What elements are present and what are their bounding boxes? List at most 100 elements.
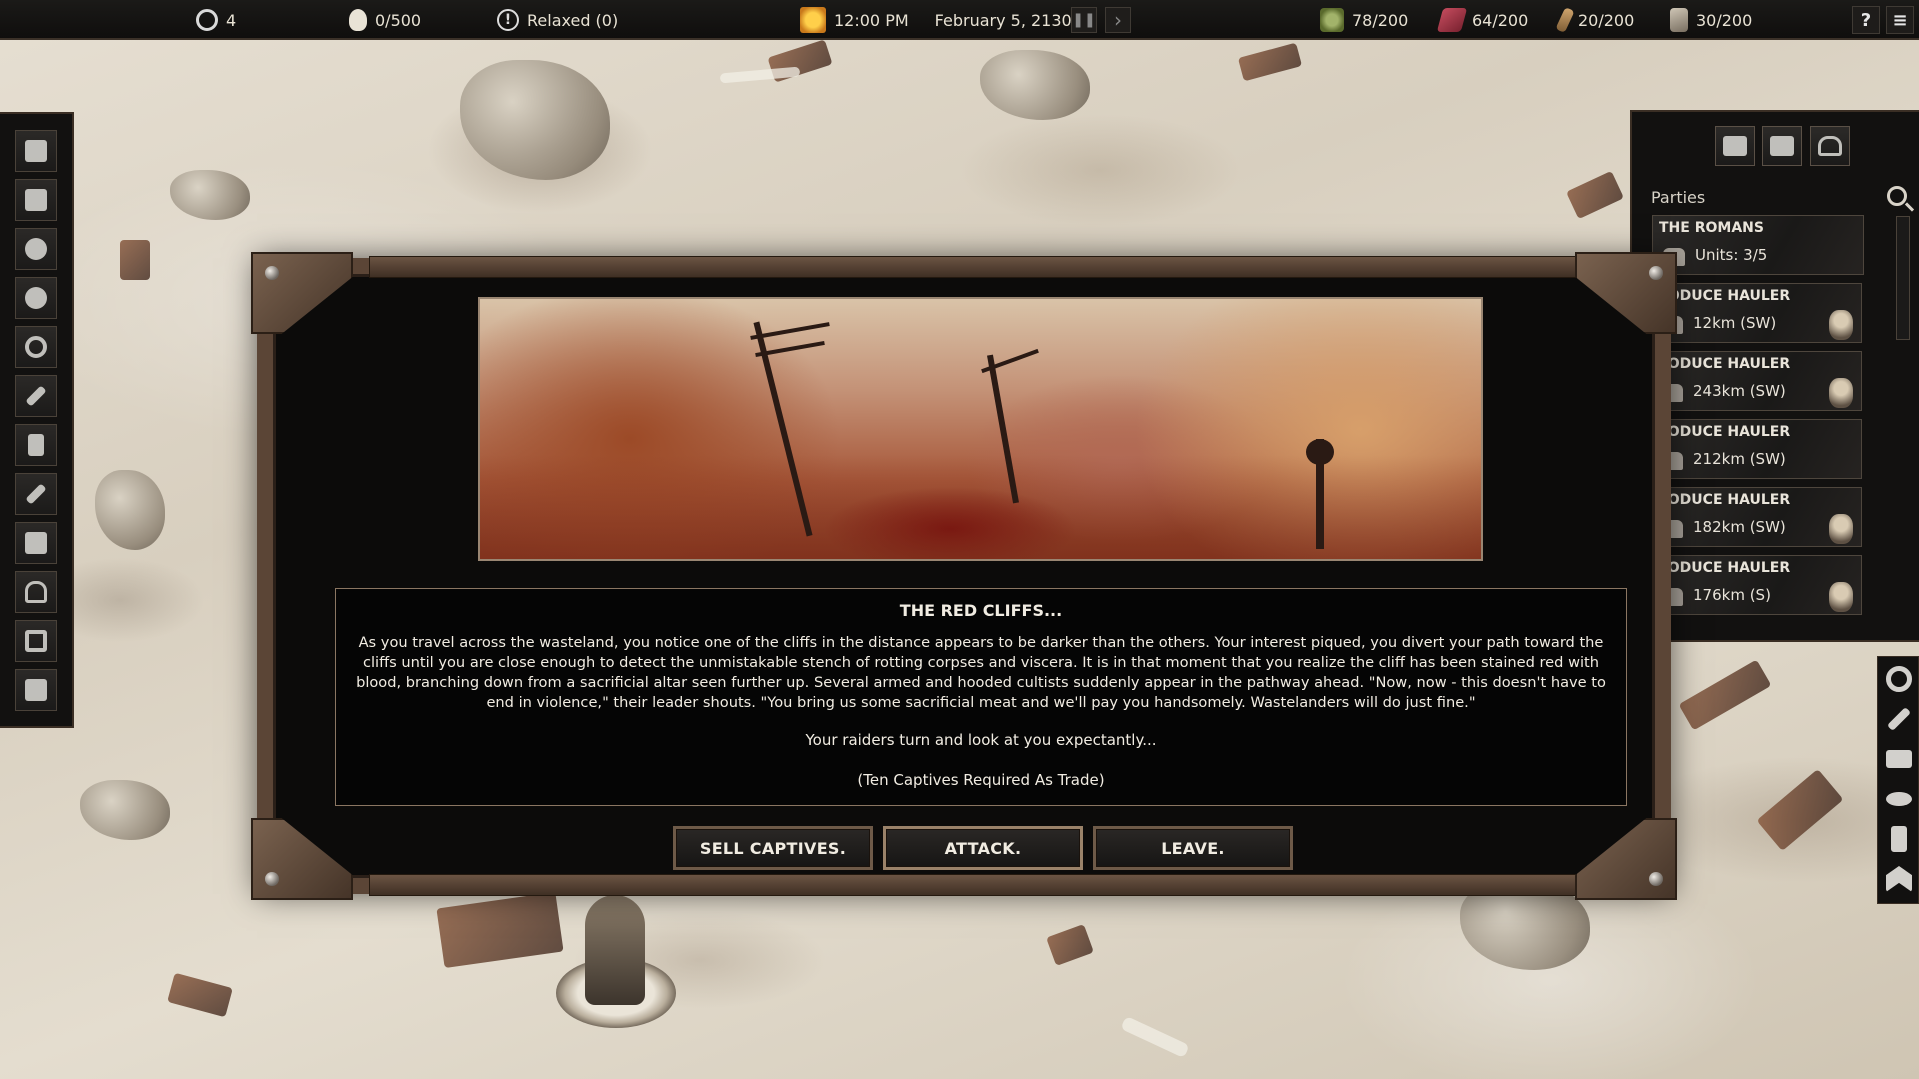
skull-icon	[349, 9, 367, 31]
action-rank-button[interactable]	[1881, 861, 1917, 897]
map-rock	[460, 60, 610, 180]
meat-icon	[1436, 8, 1468, 32]
attack-button[interactable]: ATTACK.	[883, 826, 1083, 870]
rivet-icon	[265, 872, 279, 886]
action-column	[1877, 656, 1919, 904]
event-illustration	[478, 297, 1483, 561]
sidebar-captives-button[interactable]	[15, 228, 57, 270]
alert-icon: !	[497, 9, 519, 31]
sidebar-character-button[interactable]	[15, 424, 57, 466]
map-wreck	[1678, 659, 1772, 731]
party-portrait	[1829, 514, 1853, 544]
map-wreck	[436, 891, 564, 969]
rivet-icon	[265, 266, 279, 280]
resource-supplies[interactable]: 30/200	[1670, 0, 1752, 40]
party-info: 176km (S)	[1693, 586, 1771, 604]
party-card[interactable]: RODUCE HAULER 12km (SW)	[1650, 283, 1862, 343]
sell-captives-button[interactable]: SELL CAPTIVES.	[673, 826, 873, 870]
resource-supplies-value: 30/200	[1696, 10, 1753, 30]
party-info: 12km (SW)	[1693, 314, 1777, 332]
panel-icon	[25, 679, 47, 701]
leg-icon	[1891, 826, 1907, 852]
action-wheel-button[interactable]	[1881, 661, 1917, 697]
boot-icon	[1670, 8, 1688, 32]
sidebar-caravan-button[interactable]	[15, 179, 57, 221]
captives-count-value: 0/500	[375, 10, 422, 30]
hammer-icon	[1886, 706, 1912, 732]
sidebar-people-button[interactable]	[15, 130, 57, 172]
eye-icon	[1886, 792, 1912, 806]
top-bar: 4 0/500 ! Relaxed (0) 12:00 PM February …	[0, 0, 1919, 40]
map-rock	[80, 780, 170, 840]
resource-drink-value: 20/200	[1578, 10, 1635, 30]
event-description: As you travel across the wasteland, you …	[356, 634, 1606, 711]
resource-food-value: 78/200	[1352, 10, 1409, 30]
help-button[interactable]: ?	[1852, 6, 1880, 34]
tab-caravans[interactable]	[1715, 126, 1755, 166]
wheel-icon	[1886, 666, 1912, 692]
resource-food[interactable]: 78/200	[1320, 0, 1408, 40]
sidebar-frame-button[interactable]	[15, 620, 57, 662]
sidebar-ruler-button[interactable]	[15, 473, 57, 515]
resource-meat[interactable]: 64/200	[1436, 0, 1528, 40]
party-card[interactable]: RODUCE HAULER 176km (S)	[1650, 555, 1862, 615]
clock-time: 12:00 PM	[834, 10, 909, 30]
pause-button[interactable]: ❚❚	[1071, 7, 1097, 33]
leave-button[interactable]: LEAVE.	[1093, 826, 1293, 870]
party-card[interactable]: RODUCE HAULER 182km (SW)	[1650, 487, 1862, 547]
party-info: 212km (SW)	[1693, 450, 1786, 468]
settlement-count-value: 4	[226, 10, 237, 30]
party-info: 243km (SW)	[1693, 382, 1786, 400]
action-scout-button[interactable]	[1881, 781, 1917, 817]
party-name: RODUCE HAULER	[1657, 560, 1791, 576]
party-card[interactable]: RODUCE HAULER 212km (SW)	[1650, 419, 1862, 479]
frame-corner	[251, 252, 353, 334]
menu-button[interactable]: ≡	[1886, 6, 1914, 34]
rivet-icon	[1649, 872, 1663, 886]
map-wreck	[1756, 768, 1844, 852]
action-fence-button[interactable]	[1881, 741, 1917, 777]
clock: 12:00 PM February 5, 2130	[800, 0, 1072, 40]
morale-status[interactable]: ! Relaxed (0)	[497, 0, 618, 40]
sidebar-wheel-button[interactable]	[15, 277, 57, 319]
play-button[interactable]: ›	[1105, 7, 1131, 33]
tab-people[interactable]	[1762, 126, 1802, 166]
action-leg-button[interactable]	[1881, 821, 1917, 857]
map-wreck	[120, 240, 150, 280]
settlement-count[interactable]: 4	[196, 0, 236, 40]
party-card[interactable]: RODUCE HAULER 243km (SW)	[1650, 351, 1862, 411]
ruler-icon	[25, 483, 47, 505]
scarecrow-figure	[1306, 439, 1334, 465]
people-icon	[1770, 136, 1794, 156]
telephone-pole	[750, 322, 830, 340]
search-icon[interactable]	[1887, 186, 1907, 206]
parties-scrollbar[interactable]	[1896, 216, 1910, 340]
gear-icon	[196, 9, 218, 31]
frame-corner	[1575, 252, 1677, 334]
event-text-box: THE RED CLIFFS... As you travel across t…	[335, 588, 1627, 806]
drink-icon	[1555, 7, 1575, 33]
player-caravan-figure[interactable]	[585, 895, 645, 1005]
sidebar-log-button[interactable]	[15, 522, 57, 564]
sidebar-build-button[interactable]	[15, 375, 57, 417]
frame-corner	[251, 818, 353, 900]
party-portrait	[1829, 582, 1853, 612]
sidebar-home-button[interactable]	[15, 571, 57, 613]
clock-date: February 5, 2130	[934, 10, 1072, 30]
map-wreck	[1566, 170, 1624, 220]
people-icon	[25, 140, 47, 162]
home-icon	[1818, 136, 1842, 156]
party-name: RODUCE HAULER	[1657, 424, 1791, 440]
resource-drink[interactable]: 20/200	[1555, 0, 1635, 40]
party-card[interactable]: THE ROMANS Units: 3/5	[1652, 215, 1864, 275]
map-wreck	[1046, 924, 1094, 966]
action-build-button[interactable]	[1881, 701, 1917, 737]
sidebar-panel-button[interactable]	[15, 669, 57, 711]
camel-icon	[1723, 136, 1747, 156]
sidebar-gear-button[interactable]	[15, 326, 57, 368]
sun-icon	[800, 7, 826, 33]
captives-count[interactable]: 0/500	[349, 0, 421, 40]
map-wreck	[1237, 42, 1303, 82]
parties-panel: Parties THE ROMANS Units: 3/5 RODUCE HAU…	[1630, 110, 1919, 642]
tab-settlements[interactable]	[1810, 126, 1850, 166]
